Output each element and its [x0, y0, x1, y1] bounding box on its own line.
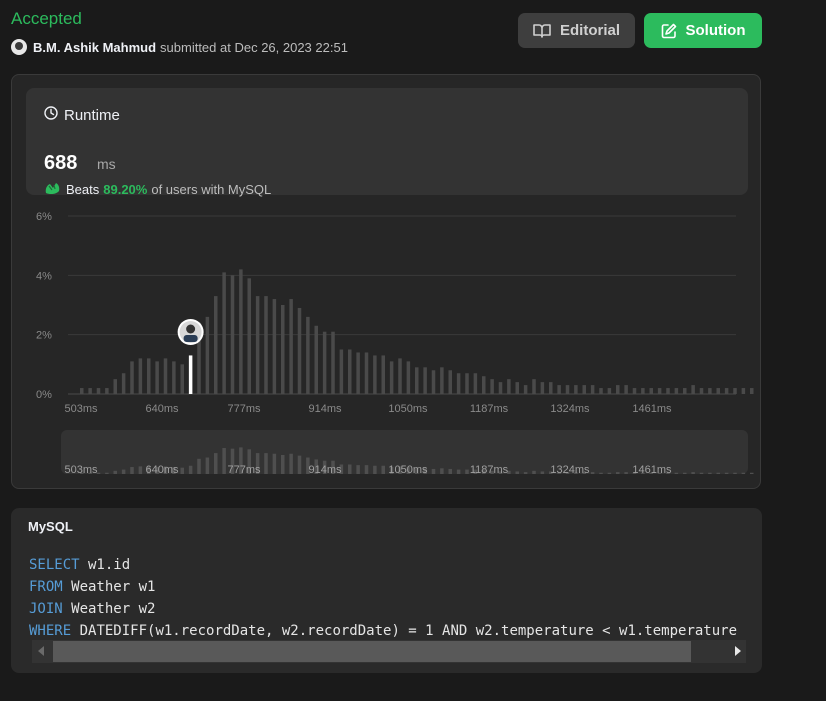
horizontal-scrollbar[interactable]: [32, 640, 746, 663]
code-card: MySQL SELECT w1.id FROM Weather w1 JOIN We…: [11, 508, 762, 673]
scrollbar-thumb[interactable]: [53, 641, 691, 662]
sql-keyword: JOIN: [29, 601, 63, 617]
book-icon: [533, 23, 551, 38]
code-text: w1.id: [79, 557, 131, 573]
runtime-header: Runtime: [44, 106, 120, 124]
runtime-card[interactable]: Runtime 688 ms Beats 89.20% of users wit…: [26, 88, 748, 198]
beats-suffix: of users with MySQL: [151, 182, 272, 197]
code-line: JOIN Weather w2: [29, 598, 745, 620]
sql-keyword: FROM: [29, 579, 63, 595]
scroll-left-icon[interactable]: [38, 646, 44, 656]
beats-label: Beats: [66, 182, 100, 197]
hands-clap-icon: [44, 181, 62, 198]
beats-line: Beats 89.20% of users with MySQL: [44, 181, 271, 198]
code-language: MySQL: [28, 519, 73, 534]
result-panel: Runtime 688 ms Beats 89.20% of users wit…: [11, 74, 761, 489]
code-line: FROM Weather w1: [29, 576, 745, 598]
submitted-at: submitted at Dec 26, 2023 22:51: [160, 39, 348, 55]
beats-percent: 89.20%: [103, 182, 148, 197]
code-line: WHERE DATEDIFF(w1.recordDate, w2.recordD…: [29, 620, 745, 642]
username-link[interactable]: B.M. Ashik Mahmud: [33, 40, 156, 55]
edit-icon: [661, 23, 677, 39]
runtime-title: Runtime: [64, 106, 120, 124]
editorial-label: Editorial: [559, 22, 620, 39]
sql-keyword: SELECT: [29, 557, 80, 573]
solution-button[interactable]: Solution: [644, 13, 762, 48]
code-text: DATEDIFF(w1.recordDate, w2.recordDate) =…: [71, 623, 738, 639]
runtime-unit: ms: [97, 156, 116, 172]
code-text: Weather w1: [62, 579, 156, 595]
avatar[interactable]: [11, 39, 27, 55]
solution-label: Solution: [685, 22, 746, 39]
sql-keyword: WHERE: [29, 623, 72, 639]
runtime-value: 688: [44, 152, 78, 174]
code-text: Weather w2: [62, 601, 156, 617]
clock-icon: [44, 106, 58, 124]
code-line: SELECT w1.id: [29, 554, 745, 576]
status-title: Accepted: [11, 9, 82, 28]
submission-meta: B.M. Ashik Mahmud submitted at Dec 26, 2…: [11, 39, 348, 55]
code-block[interactable]: SELECT w1.id FROM Weather w1 JOIN Weather …: [29, 554, 745, 642]
scroll-right-icon[interactable]: [735, 646, 741, 656]
editorial-button[interactable]: Editorial: [518, 13, 635, 48]
